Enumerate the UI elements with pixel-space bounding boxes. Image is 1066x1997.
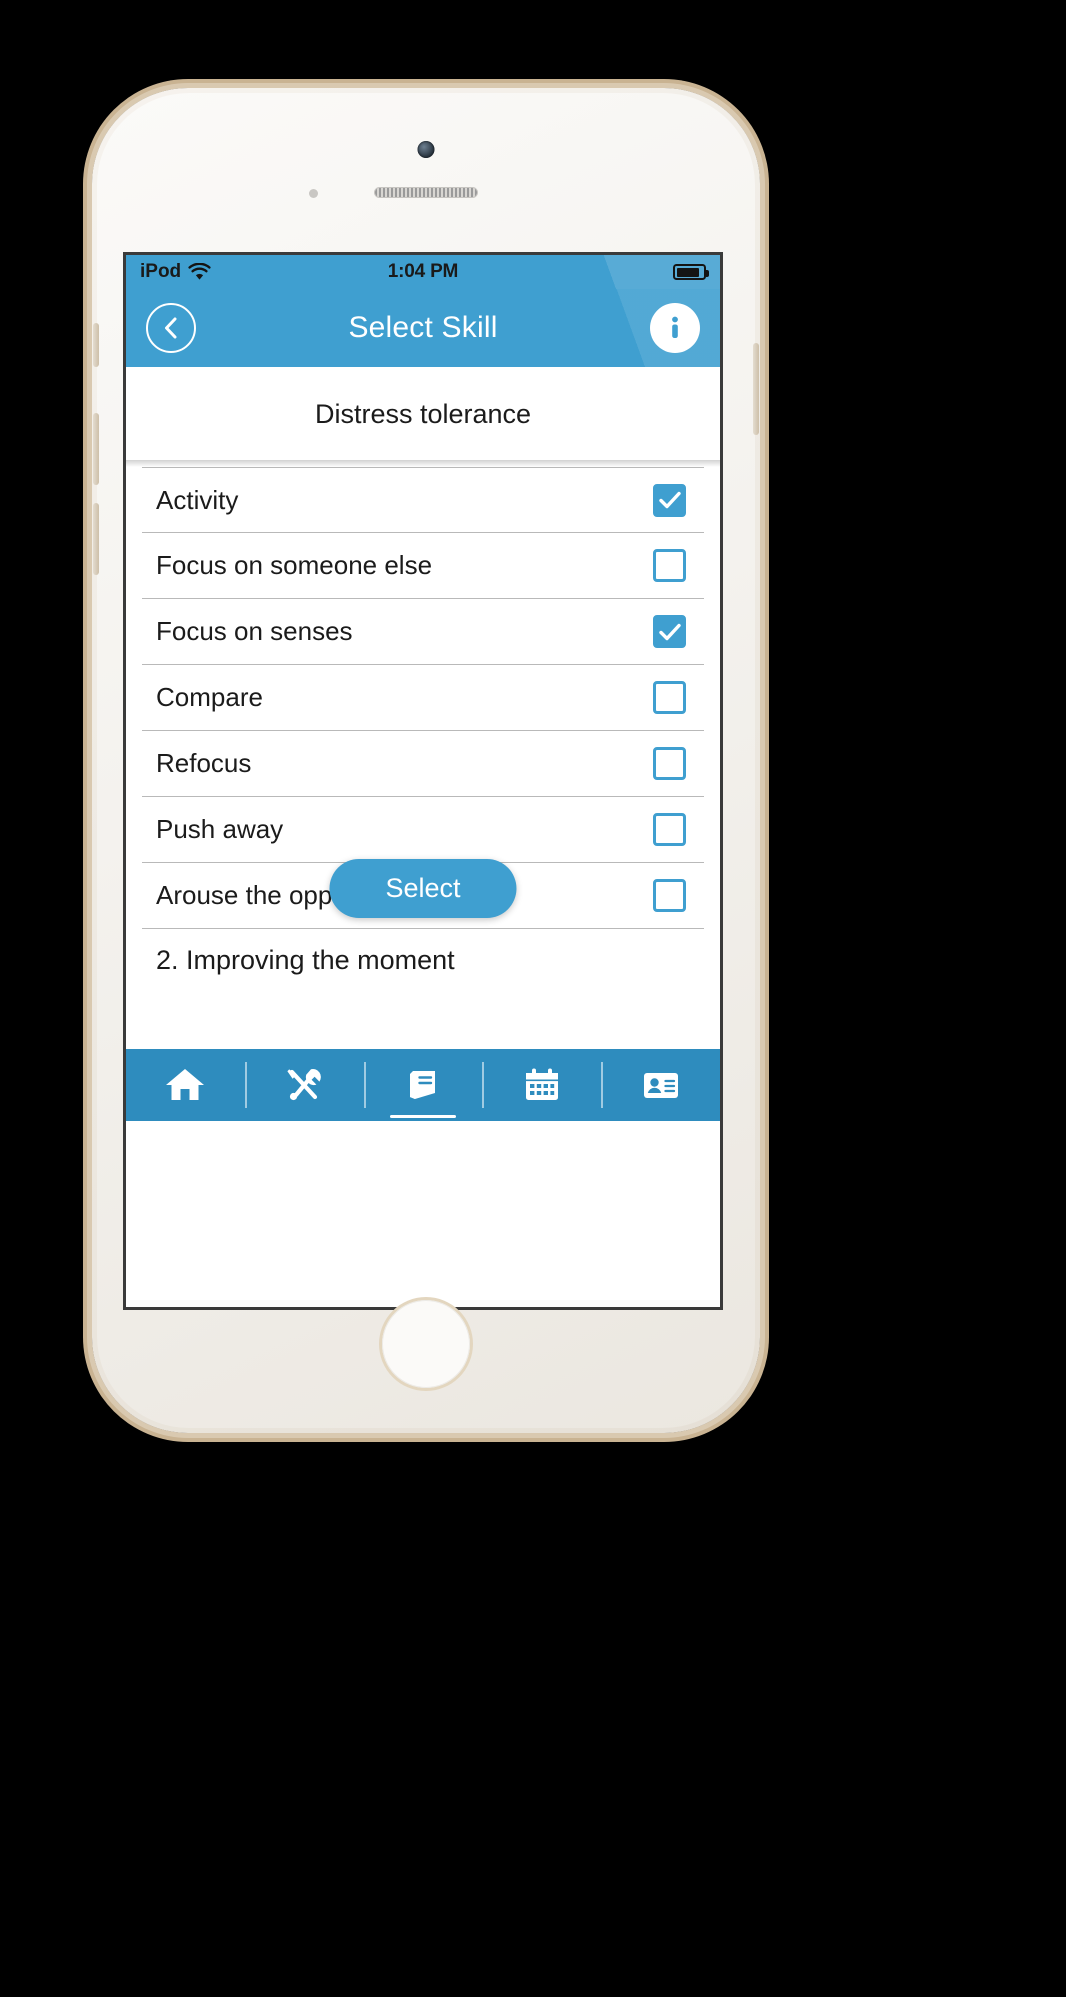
status-bar: iPod 1:04 PM [126,255,720,289]
info-button[interactable] [650,303,700,353]
silent-switch[interactable] [93,323,99,367]
battery-icon [673,264,709,280]
home-icon [166,1069,205,1100]
row-checkbox[interactable] [653,681,686,714]
proximity-sensor-icon [309,189,318,198]
tab-calendar[interactable] [482,1049,601,1121]
checkmark-icon [658,491,681,509]
device-bezel: iPod 1:04 PM Select Skill Distress toler… [93,93,759,1428]
status-bar-clock: 1:04 PM [387,261,459,282]
calendar-icon [525,1068,558,1100]
skills-list[interactable]: Activity Focus on someone else Focus on … [126,467,720,1049]
row-checkbox[interactable] [653,615,686,648]
header-shadow-divider [126,460,720,467]
row-checkbox[interactable] [653,879,686,912]
tools-icon [287,1068,322,1101]
list-item-label: Focus on senses [156,616,353,646]
iphone-device-frame: iPod 1:04 PM Select Skill Distress toler… [92,88,760,1433]
row-checkbox[interactable] [653,483,686,517]
table-row[interactable]: Focus on senses [142,599,704,665]
chevron-left-icon [165,317,177,339]
tab-book[interactable] [363,1049,483,1121]
tab-contact-card[interactable] [601,1049,720,1121]
table-row[interactable]: Activity [142,467,704,533]
front-camera-icon [417,141,435,158]
info-icon [672,316,678,338]
home-button[interactable] [382,1300,470,1388]
table-row[interactable]: Push away [142,797,704,863]
list-item-label: Push away [156,814,284,844]
checkmark-icon [658,623,681,640]
list-item-label: Compare [156,682,263,712]
status-bar-right [673,264,709,280]
list-item-label: Activity [156,484,239,515]
earpiece-speaker-icon [374,187,478,198]
volume-up-button[interactable] [93,413,99,485]
list-group-header: 2. Improving the moment [156,944,455,975]
row-checkbox[interactable] [653,747,686,780]
list-item-label: Focus on someone else [156,550,433,580]
book-icon [409,1071,435,1099]
back-button[interactable] [146,303,196,353]
tab-bar [126,1049,720,1121]
table-row[interactable]: Refocus [142,731,704,797]
list-item-label: Refocus [156,748,252,778]
battery-fill [676,267,699,277]
section-header: Distress tolerance [126,367,720,460]
table-row[interactable]: Compare [142,665,704,731]
table-row[interactable]: Focus on someone else [142,533,704,599]
tab-tools[interactable] [244,1049,364,1121]
navigation-bar: Select Skill [126,289,720,367]
phone-screen: iPod 1:04 PM Select Skill Distress toler… [126,255,720,1307]
select-button[interactable]: Select [329,859,517,918]
row-checkbox[interactable] [653,813,686,846]
row-checkbox[interactable] [653,549,686,582]
tab-home[interactable] [126,1049,245,1121]
contact-card-icon [643,1073,678,1098]
page-title: Select Skill [348,311,498,344]
power-button[interactable] [753,343,759,435]
volume-down-button[interactable] [93,503,99,575]
